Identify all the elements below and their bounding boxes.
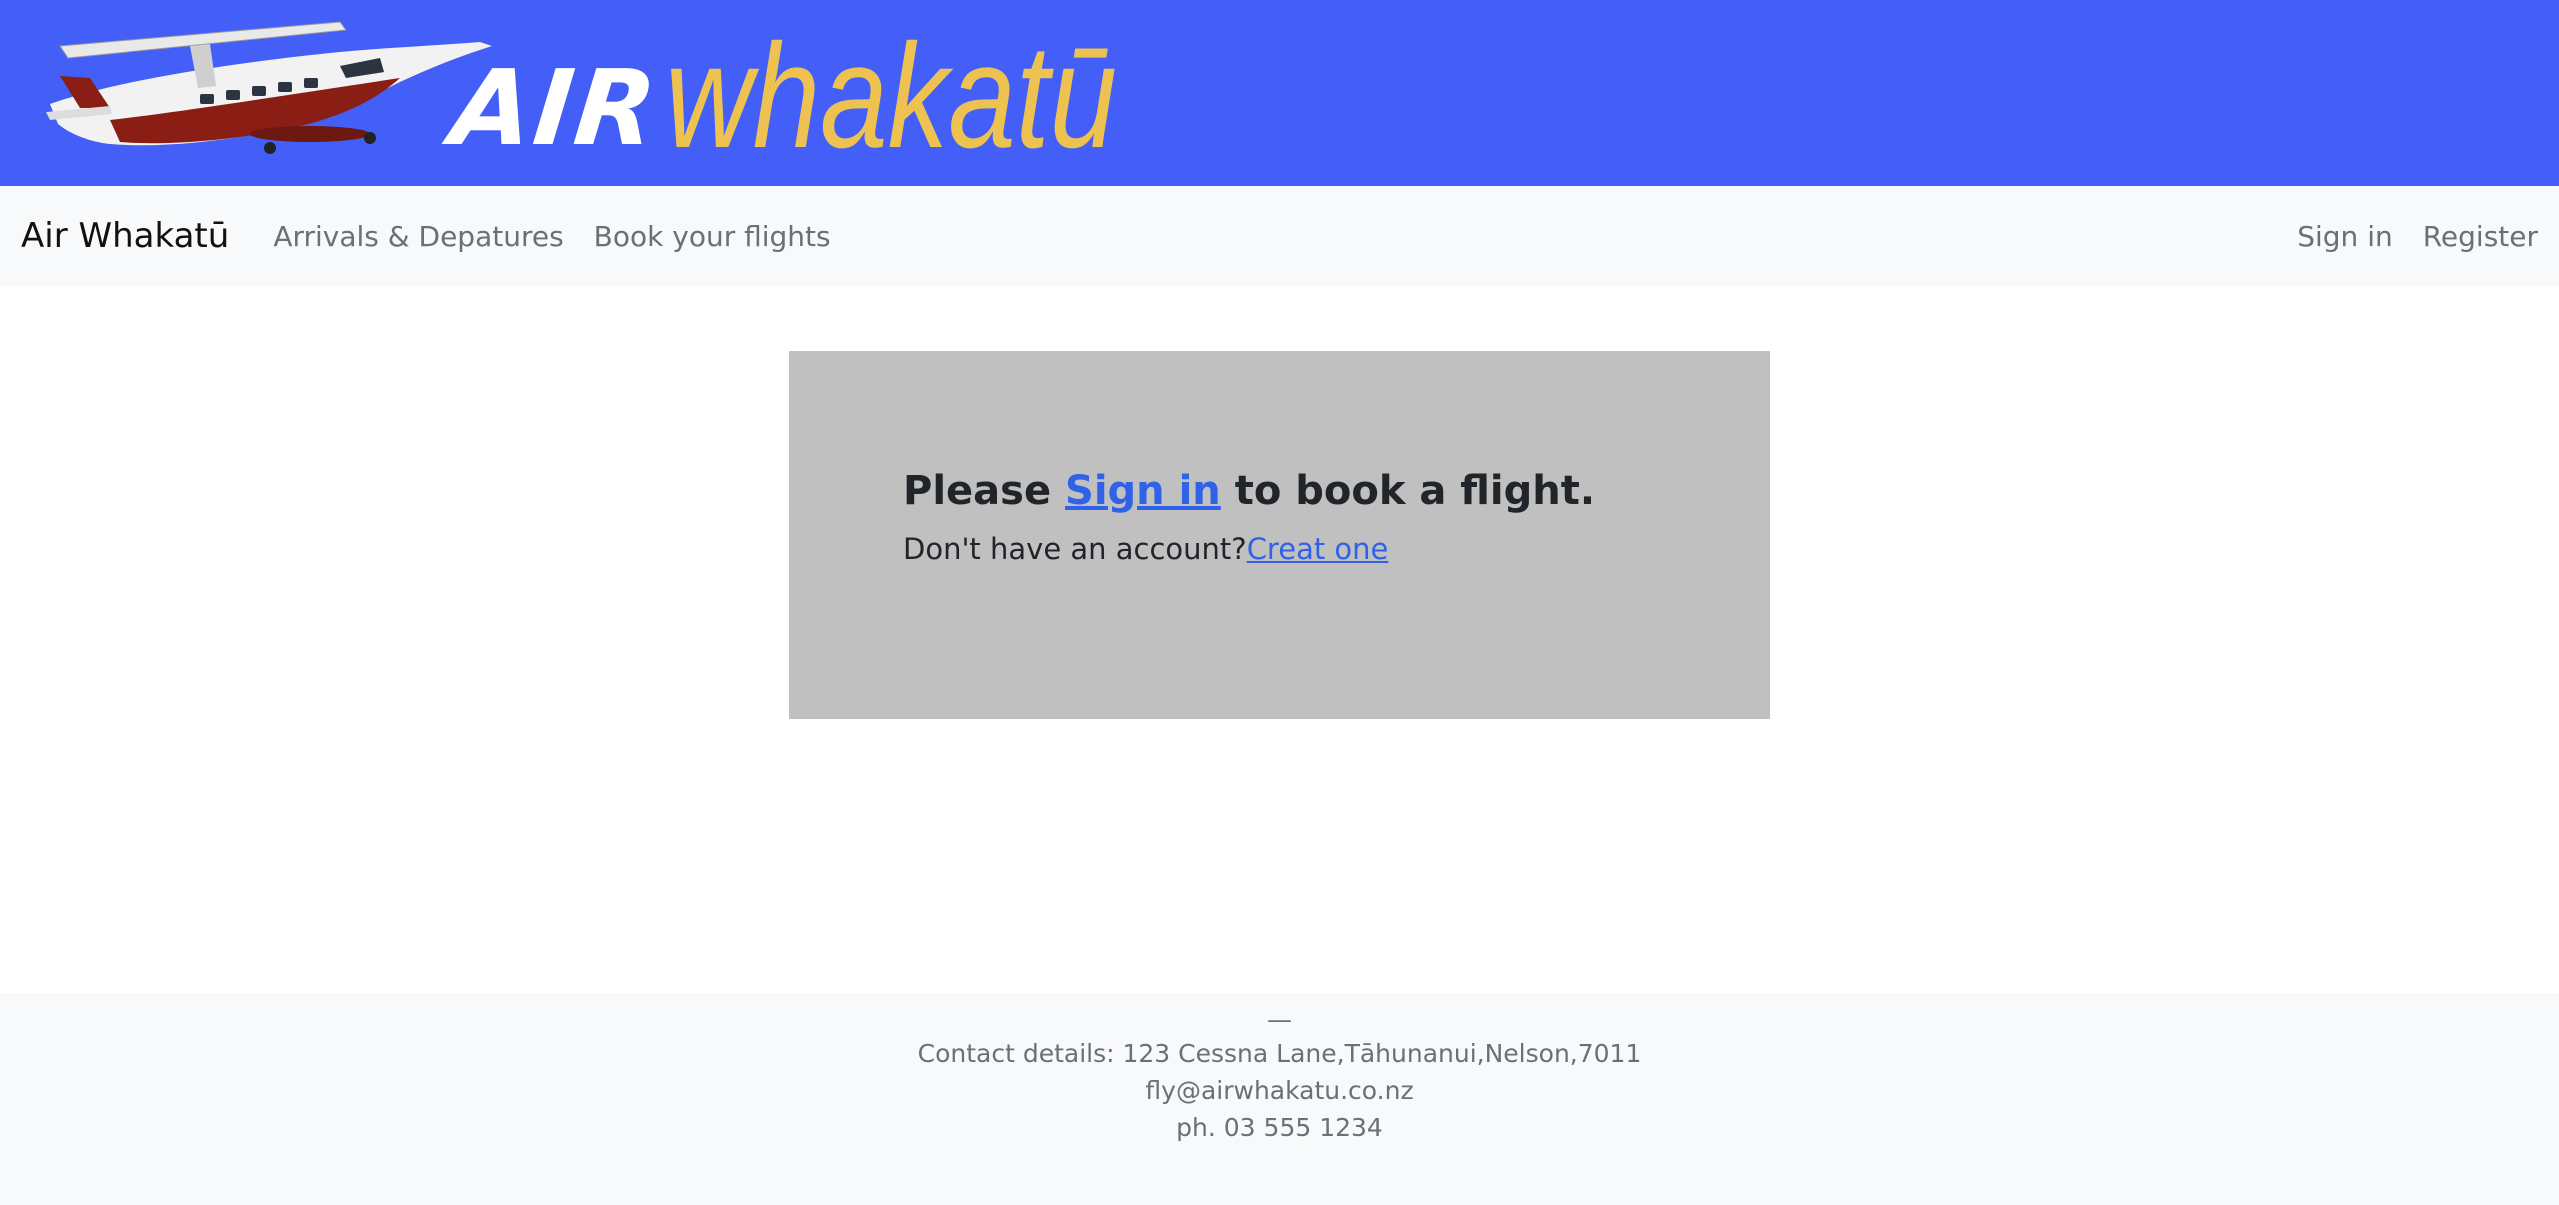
nav-link-arrivals-departures[interactable]: Arrivals & Depatures <box>273 220 563 253</box>
sign-in-prompt-card: Please Sign in to book a flight. Don't h… <box>789 351 1770 719</box>
header-banner: AIR whakatū <box>0 0 2559 186</box>
nav-link-sign-in[interactable]: Sign in <box>2297 220 2393 253</box>
footer-phone: ph. 03 555 1234 <box>1176 1113 1383 1142</box>
airline-logo: AIR whakatū <box>446 13 1217 179</box>
create-account-prompt: Don't have an account?Creat one <box>903 531 1770 569</box>
logo-air-text: AIR <box>445 47 664 169</box>
heading-text-before: Please <box>903 468 1066 514</box>
navbar-brand[interactable]: Air Whakatū <box>21 216 229 256</box>
logo-whakatu-text: whakatū <box>665 13 1118 179</box>
nav-link-register[interactable]: Register <box>2423 220 2538 253</box>
no-account-text: Don't have an account? <box>903 532 1247 566</box>
create-account-link[interactable]: Creat one <box>1247 532 1389 566</box>
sign-in-link[interactable]: Sign in <box>1065 468 1221 514</box>
nav-link-book-flights[interactable]: Book your flights <box>594 220 831 253</box>
aircraft-image <box>46 21 492 154</box>
navbar: Air Whakatū Arrivals & Depatures Book yo… <box>0 186 2559 286</box>
navbar-account-links: Sign in Register <box>2267 220 2538 253</box>
sign-in-prompt-heading: Please Sign in to book a flight. <box>903 467 1770 515</box>
footer-email: fly@airwhakatu.co.nz <box>1145 1076 1414 1105</box>
footer: — Contact details: 123 Cessna Lane,Tāhun… <box>0 993 2559 1205</box>
footer-address: Contact details: 123 Cessna Lane,Tāhunan… <box>917 1039 1642 1068</box>
heading-text-after: to book a flight. <box>1220 468 1596 514</box>
footer-divider: — <box>1267 1005 1292 1034</box>
